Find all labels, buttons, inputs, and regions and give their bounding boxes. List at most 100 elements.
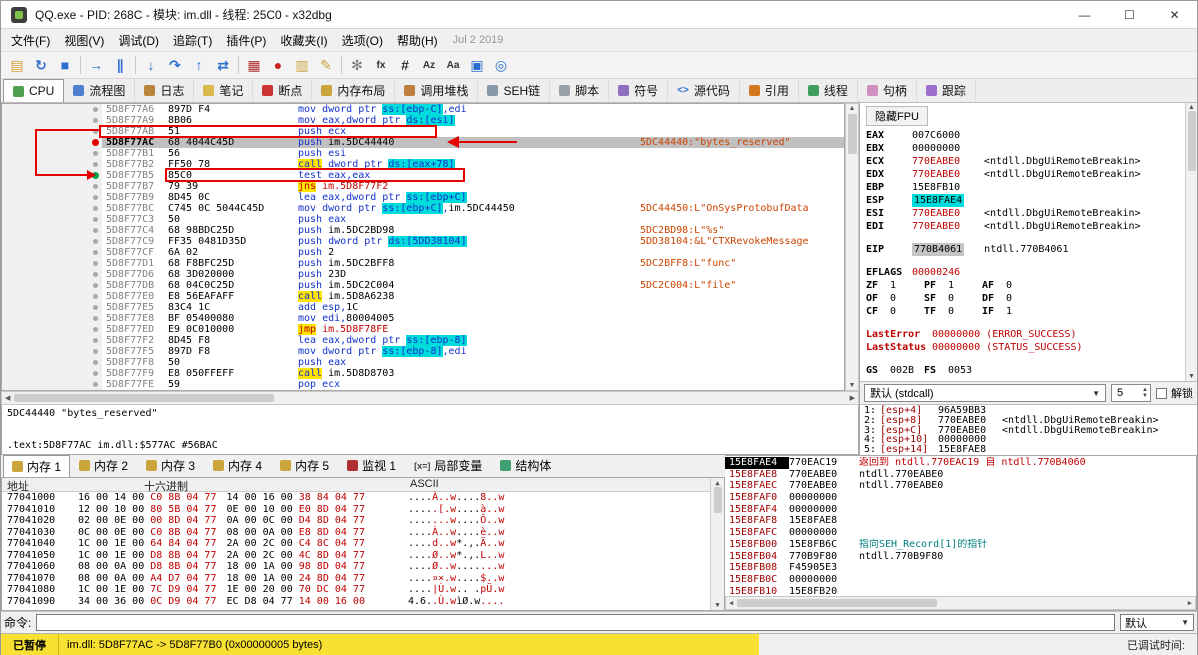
unlock-checkbox[interactable] [1156, 387, 1167, 399]
argument-count-stepper[interactable]: 5 ▲ ▼ [1111, 384, 1151, 402]
maximize-button[interactable]: ☐ [1107, 1, 1152, 28]
step-into-icon[interactable]: ↓ [139, 53, 163, 77]
dump-tab-mem4[interactable]: 内存 4 [204, 454, 271, 477]
aa-icon[interactable]: Aa [441, 53, 465, 77]
fx-icon[interactable]: fx [369, 53, 393, 77]
dump-tab-struct[interactable]: 结构体 [491, 454, 560, 477]
register-row[interactable]: LastStatus 00000000 (STATUS_SUCCESS) [866, 341, 1185, 354]
tab-handles[interactable]: 句柄 [858, 79, 917, 102]
pause-icon[interactable]: ∥ [108, 53, 132, 77]
menu-item[interactable]: 收藏夹(I) [273, 30, 334, 51]
disasm-row[interactable]: 5D8F77DB 68 04C0C25D push im.5DC2C004 5DC2C… [2, 280, 844, 291]
disassembly-vscrollbar[interactable]: ▲ ▼ [845, 103, 859, 391]
row-dot[interactable] [93, 338, 98, 343]
tab-seh-chain[interactable]: SEH链 [478, 79, 551, 102]
dump-tab-watch1[interactable]: 监视 1 [338, 454, 405, 477]
window-icon[interactable]: ▣ [465, 53, 489, 77]
scroll-down-icon[interactable]: ▼ [1188, 373, 1195, 380]
dump-tab-locals[interactable]: [x=] 局部变量 [405, 454, 491, 477]
step-out-icon[interactable]: ↑ [187, 53, 211, 77]
scroll-left-icon[interactable]: ◀ [5, 394, 10, 402]
row-dot[interactable] [93, 239, 98, 244]
breakpoint-dot[interactable] [92, 139, 99, 146]
disassembly-hscrollbar[interactable]: ◀ ▶ [1, 391, 859, 405]
scroll-thumb[interactable] [847, 114, 857, 154]
row-dot[interactable] [93, 305, 98, 310]
memory-map-icon[interactable]: ▥ [290, 53, 314, 77]
notes-icon[interactable]: ✎ [314, 53, 338, 77]
scroll-down-icon[interactable]: ▼ [715, 601, 719, 609]
disasm-row[interactable]: 5D8F77D6 68 3D020000 push 23D [2, 269, 844, 280]
row-dot[interactable] [93, 294, 98, 299]
step-over-icon[interactable]: ↷ [163, 53, 187, 77]
tab-threads[interactable]: 线程 [799, 79, 858, 102]
menu-item[interactable]: 文件(F) [4, 30, 57, 51]
open-file-icon[interactable]: ▤ [5, 53, 29, 77]
register-row[interactable]: ESI 770EABE0 <ntdll.DbgUiRemoteBreakin> [866, 207, 1185, 220]
stack-row[interactable]: 15E8FAFC 00000000 [725, 527, 1196, 539]
disasm-row[interactable]: 5D8F77C9 FF35 0481D35D push dword ptr ds:[… [2, 236, 844, 247]
close-button[interactable]: ✕ [1152, 1, 1197, 28]
menu-item[interactable]: 追踪(T) [166, 30, 219, 51]
menu-item[interactable]: 视图(V) [57, 30, 111, 51]
tab-references[interactable]: 引用 [740, 79, 799, 102]
breakpoints-icon[interactable]: ● [266, 53, 290, 77]
memory-row[interactable]: 77041030 0C 00 0E 00 C0 8B 04 77 08 00 0A … [2, 527, 710, 539]
disasm-row[interactable]: 5D8F77F9 E8 050FFEFF call im.5D8D8703 [2, 368, 844, 379]
tab-trace[interactable]: 跟踪 [917, 79, 976, 102]
register-row[interactable]: EDI 770EABE0 <ntdll.DbgUiRemoteBreakin> [866, 220, 1185, 233]
scroll-thumb[interactable] [1187, 111, 1196, 171]
register-row[interactable]: EDX 770EABE0 <ntdll.DbgUiRemoteBreakin> [866, 168, 1185, 181]
argument-row[interactable]: 5: [esp+14] 15E8FAE8 [864, 445, 1193, 455]
hash-icon[interactable]: # [393, 53, 417, 77]
register-row[interactable]: ZF 1 PF 1 AF 0 [866, 279, 1185, 292]
tab-graph[interactable]: 流程图 [64, 79, 136, 102]
memory-row[interactable]: 77041070 08 00 0A 00 A4 D7 04 77 18 00 1A … [2, 573, 710, 585]
scroll-thumb[interactable] [737, 599, 938, 607]
memory-row[interactable]: 77041020 02 00 0E 00 00 8D 04 77 0A 00 0C … [2, 515, 710, 527]
stack-row[interactable]: 15E8FAE8 770EABE0 ntdll.770EABE0 [725, 469, 1196, 481]
stack-row[interactable]: 15E8FB10 15E8FB20 [725, 586, 1196, 596]
stack-row[interactable]: 15E8FB00 15E8FB6C 指向SEH_Record[1]的指针 [725, 539, 1196, 551]
register-row[interactable]: OF 0 SF 0 DF 0 [866, 292, 1185, 305]
run-trace-icon[interactable]: ⇄ [211, 53, 235, 77]
scroll-down-icon[interactable]: ▼ [849, 382, 856, 389]
memory-row[interactable]: 77041050 1C 00 1E 00 D8 8B 04 77 2A 00 2C … [2, 550, 710, 562]
disasm-row[interactable]: 5D8F77ED E9 0C010000 jmp im.5D8F78FE [2, 324, 844, 335]
unlock-control[interactable]: 解锁 [1156, 385, 1193, 401]
run-icon[interactable]: → [84, 53, 108, 77]
row-dot[interactable] [93, 107, 98, 112]
dump-vscrollbar[interactable]: ▲ ▼ [710, 478, 724, 610]
calling-convention-select[interactable]: 默认 (stdcall) ▼ [864, 384, 1106, 402]
disasm-row[interactable]: 5D8F77CF 6A 02 push 2 [2, 247, 844, 258]
stack-row[interactable]: 15E8FB04 770B9F80 ntdll.770B9F80 [725, 551, 1196, 563]
row-dot[interactable] [93, 250, 98, 255]
stack-row[interactable]: 15E8FB0C 00000000 [725, 574, 1196, 586]
row-dot[interactable] [93, 195, 98, 200]
disasm-row[interactable]: 5D8F77A9 8B06 mov eax,dword ptr ds:[esi] [2, 115, 844, 126]
tab-source[interactable]: <> 源代码 [668, 79, 740, 102]
disasm-row[interactable]: 5D8F77B7 79 39 jns im.5D8F77F2 [2, 181, 844, 192]
scroll-up-icon[interactable]: ▲ [715, 479, 719, 487]
register-row[interactable]: EBP 15E8FB10 [866, 181, 1185, 194]
stack-row[interactable]: 15E8FAF0 00000000 [725, 492, 1196, 504]
command-input[interactable] [36, 614, 1115, 631]
disasm-row[interactable]: 5D8F77E0 E8 56EAFAFF call im.5D8A6238 [2, 291, 844, 302]
disasm-row[interactable]: 5D8F77FE 59 pop ecx [2, 379, 844, 390]
row-dot[interactable] [93, 118, 98, 123]
stack-row[interactable]: 15E8FAF8 15E8FAE8 [725, 515, 1196, 527]
row-dot[interactable] [93, 327, 98, 332]
minimize-button[interactable]: — [1062, 1, 1107, 28]
disasm-row[interactable]: 5D8F77F8 50 push eax [2, 357, 844, 368]
row-dot[interactable] [93, 184, 98, 189]
tab-memory-map[interactable]: 内存布局 [312, 79, 396, 102]
row-dot[interactable] [93, 371, 98, 376]
stepper-arrows-icon[interactable]: ▲ ▼ [1142, 387, 1150, 399]
breakpoint-dot[interactable] [92, 172, 99, 179]
stop-icon[interactable]: ■ [53, 53, 77, 77]
tab-call-stack[interactable]: 调用堆栈 [395, 79, 479, 102]
az-icon[interactable]: Az [417, 53, 441, 77]
scroll-thumb[interactable] [14, 394, 275, 402]
spy-icon[interactable]: ◎ [489, 53, 513, 77]
scroll-right-icon[interactable]: ▶ [850, 394, 855, 402]
